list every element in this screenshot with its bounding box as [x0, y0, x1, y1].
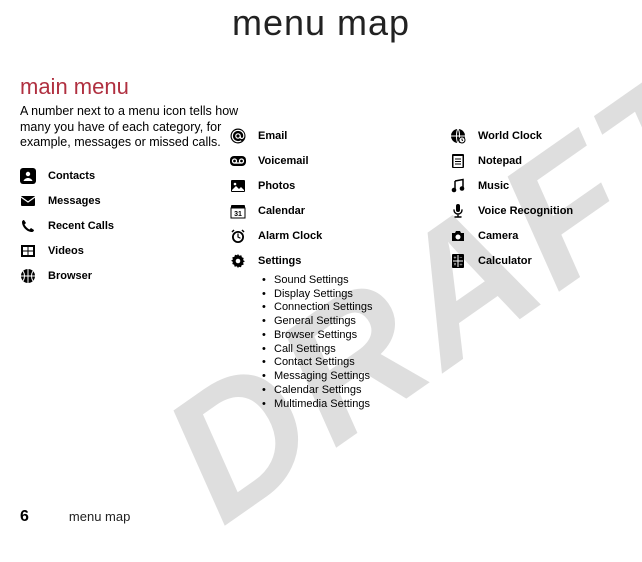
menu-item-messages: Messages [20, 193, 220, 209]
menu-label: Browser [48, 270, 92, 282]
calendar-icon: 31 [230, 203, 246, 219]
menu-label: Calendar [258, 205, 305, 217]
column-3: World Clock Notepad Music Voice Recognit… [450, 119, 620, 412]
menu-label: Photos [258, 180, 295, 192]
menu-item-recent-calls: Recent Calls [20, 218, 220, 234]
menu-label: Camera [478, 230, 518, 242]
menu-label: Recent Calls [48, 220, 114, 232]
menu-item-settings: Settings [230, 253, 440, 269]
intro-text: A number next to a menu icon tells how m… [20, 104, 240, 151]
section-subtitle: main menu [20, 74, 622, 100]
menu-item-browser: Browser [20, 268, 220, 284]
sublist-item: Messaging Settings [262, 370, 440, 384]
sublist-item: Call Settings [262, 343, 440, 357]
menu-item-notepad: Notepad [450, 153, 620, 169]
columns: Contacts Messages Recent Calls Videos [20, 159, 622, 412]
menu-item-calculator: +−×÷ Calculator [450, 253, 620, 269]
sublist-item: Browser Settings [262, 329, 440, 343]
menu-item-contacts: Contacts [20, 168, 220, 184]
menu-label: Alarm Clock [258, 230, 322, 242]
music-icon [450, 178, 466, 194]
menu-label: Settings [258, 255, 301, 267]
email-icon [230, 128, 246, 144]
settings-icon [230, 253, 246, 269]
videos-icon [20, 243, 36, 259]
menu-item-videos: Videos [20, 243, 220, 259]
menu-label: Email [258, 130, 287, 142]
photos-icon [230, 178, 246, 194]
page-number: 6 [20, 508, 29, 526]
column-1: Contacts Messages Recent Calls Videos [20, 159, 220, 412]
sublist-item: Calendar Settings [262, 384, 440, 398]
menu-item-voicemail: Voicemail [230, 153, 440, 169]
calculator-icon: +−×÷ [450, 253, 466, 269]
sublist-item: Multimedia Settings [262, 398, 440, 412]
browser-icon [20, 268, 36, 284]
alarm-icon [230, 228, 246, 244]
page-footer: 6 menu map [20, 508, 130, 526]
sublist-item: Display Settings [262, 288, 440, 302]
menu-label: Voice Recognition [478, 205, 573, 217]
menu-item-world-clock: World Clock [450, 128, 620, 144]
contacts-icon [20, 168, 36, 184]
voice-recognition-icon [450, 203, 466, 219]
settings-sublist: Sound Settings Display Settings Connecti… [262, 274, 440, 412]
menu-label: Videos [48, 245, 84, 257]
menu-item-alarm: Alarm Clock [230, 228, 440, 244]
menu-item-calendar: 31 Calendar [230, 203, 440, 219]
svg-text:+: + [454, 255, 457, 261]
svg-text:−: − [460, 255, 463, 261]
menu-item-photos: Photos [230, 178, 440, 194]
world-clock-icon [450, 128, 466, 144]
menu-item-voice-recognition: Voice Recognition [450, 203, 620, 219]
menu-label: Voicemail [258, 155, 309, 167]
recent-calls-icon [20, 218, 36, 234]
page-title: menu map [20, 2, 622, 44]
svg-text:×: × [454, 262, 457, 268]
menu-item-email: Email [230, 128, 440, 144]
sublist-item: Connection Settings [262, 301, 440, 315]
camera-icon [450, 228, 466, 244]
menu-label: Messages [48, 195, 101, 207]
sublist-item: Sound Settings [262, 274, 440, 288]
notepad-icon [450, 153, 466, 169]
menu-item-music: Music [450, 178, 620, 194]
menu-label: Contacts [48, 170, 95, 182]
sublist-item: Contact Settings [262, 356, 440, 370]
voicemail-icon [230, 153, 246, 169]
menu-label: Notepad [478, 155, 522, 167]
svg-text:31: 31 [234, 211, 242, 218]
column-2: Email Voicemail Photos 31 Calendar [230, 119, 440, 412]
sublist-item: General Settings [262, 315, 440, 329]
page: menu map main menu A number next to a me… [0, 2, 642, 544]
menu-item-camera: Camera [450, 228, 620, 244]
menu-label: Music [478, 180, 509, 192]
menu-label: Calculator [478, 255, 532, 267]
messages-icon [20, 193, 36, 209]
menu-label: World Clock [478, 130, 542, 142]
svg-text:÷: ÷ [460, 262, 463, 268]
footer-text: menu map [69, 509, 130, 524]
